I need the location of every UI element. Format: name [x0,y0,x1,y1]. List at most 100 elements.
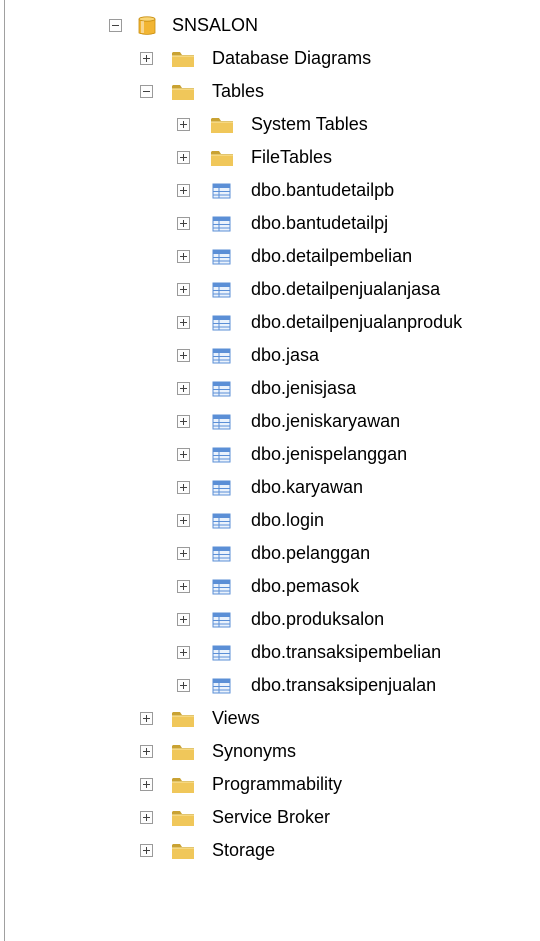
tree-node-label[interactable]: Tables [212,81,264,101]
tree-node-dbo-jeniskaryawan[interactable]: dbo.jeniskaryawan [0,405,540,438]
tree-node-label[interactable]: dbo.bantudetailpj [251,213,388,233]
tree-node-label[interactable]: dbo.pemasok [251,576,359,596]
expand-toggle-icon[interactable] [177,183,190,197]
expand-toggle-icon[interactable] [177,282,190,296]
collapse-toggle-icon[interactable] [109,18,122,32]
table-icon [210,511,234,531]
tree-node-label[interactable]: dbo.produksalon [251,609,384,629]
tree-node-label[interactable]: dbo.bantudetailpb [251,180,394,200]
tree-node-label[interactable]: dbo.karyawan [251,477,363,497]
tree-node-dbo-pelanggan[interactable]: dbo.pelanggan [0,537,540,570]
folder-icon [171,742,195,762]
tree-node-dbo-pemasok[interactable]: dbo.pemasok [0,570,540,603]
table-icon [210,379,234,399]
tree-node-storage[interactable]: Storage [0,834,540,867]
folder-icon [171,808,195,828]
table-icon [210,676,234,696]
table-icon [210,280,234,300]
expand-toggle-icon[interactable] [177,348,190,362]
tree-node-dbo-bantudetailpj[interactable]: dbo.bantudetailpj [0,207,540,240]
tree-node-tables[interactable]: Tables [0,75,540,108]
table-icon [210,445,234,465]
expand-toggle-icon[interactable] [140,711,153,725]
tree-node-dbo-transaksipembelian[interactable]: dbo.transaksipembelian [0,636,540,669]
tree-node-dbo-jenispelanggan[interactable]: dbo.jenispelanggan [0,438,540,471]
collapse-toggle-icon[interactable] [140,84,153,98]
expand-toggle-icon[interactable] [140,810,153,824]
tree-node-label[interactable]: FileTables [251,147,332,167]
expand-toggle-icon[interactable] [140,843,153,857]
tree-node-dbo-login[interactable]: dbo.login [0,504,540,537]
expand-toggle-icon[interactable] [140,777,153,791]
tree-node-label[interactable]: Service Broker [212,807,330,827]
tree-node-dbo-detailpembelian[interactable]: dbo.detailpembelian [0,240,540,273]
tree-node-filetables[interactable]: FileTables [0,141,540,174]
tree-node-dbo-jenisjasa[interactable]: dbo.jenisjasa [0,372,540,405]
tree-node-label[interactable]: dbo.jenispelanggan [251,444,407,464]
table-icon [210,313,234,333]
tree-node-system-tables[interactable]: System Tables [0,108,540,141]
folder-icon [171,841,195,861]
tree-node-label[interactable]: dbo.jenisjasa [251,378,356,398]
table-icon [210,643,234,663]
expand-toggle-icon[interactable] [177,381,190,395]
expand-toggle-icon[interactable] [177,645,190,659]
expand-toggle-icon[interactable] [177,546,190,560]
table-icon [210,610,234,630]
table-icon [210,577,234,597]
tree-node-label[interactable]: dbo.transaksipembelian [251,642,441,662]
expand-toggle-icon[interactable] [177,447,190,461]
tree-node-programmability[interactable]: Programmability [0,768,540,801]
tree-node-label[interactable]: dbo.detailpenjualanproduk [251,312,462,332]
table-icon [210,214,234,234]
expand-toggle-icon[interactable] [177,480,190,494]
tree-node-label[interactable]: dbo.detailpenjualanjasa [251,279,440,299]
expand-toggle-icon[interactable] [177,414,190,428]
expand-toggle-icon[interactable] [177,315,190,329]
tree-node-label[interactable]: Programmability [212,774,342,794]
expand-toggle-icon[interactable] [177,216,190,230]
folder-icon [210,148,234,168]
tree-node-label[interactable]: SNSALON [172,15,258,35]
tree-node-label[interactable]: dbo.jasa [251,345,319,365]
tree-node-dbo-produksalon[interactable]: dbo.produksalon [0,603,540,636]
tree-node-service-broker[interactable]: Service Broker [0,801,540,834]
tree-node-database-diagrams[interactable]: Database Diagrams [0,42,540,75]
tree-node-dbo-detailpenjualanjasa[interactable]: dbo.detailpenjualanjasa [0,273,540,306]
tree-node-label[interactable]: dbo.detailpembelian [251,246,412,266]
tree-node-label[interactable]: Synonyms [212,741,296,761]
expand-toggle-icon[interactable] [177,678,190,692]
tree-node-dbo-karyawan[interactable]: dbo.karyawan [0,471,540,504]
expand-toggle-icon[interactable] [177,612,190,626]
table-icon [210,247,234,267]
tree-node-dbo-jasa[interactable]: dbo.jasa [0,339,540,372]
tree-node-dbo-detailpenjualanproduk[interactable]: dbo.detailpenjualanproduk [0,306,540,339]
expand-toggle-icon[interactable] [140,744,153,758]
expand-toggle-icon[interactable] [177,150,190,164]
database-icon [135,15,159,36]
tree-node-label[interactable]: dbo.login [251,510,324,530]
tree-node-label[interactable]: Database Diagrams [212,48,371,68]
tree-node-label[interactable]: dbo.jeniskaryawan [251,411,400,431]
expand-toggle-icon[interactable] [140,51,153,65]
tree-node-label[interactable]: Views [212,708,260,728]
table-icon [210,346,234,366]
tree-node-snsalon[interactable]: SNSALON [0,9,540,42]
expand-toggle-icon[interactable] [177,117,190,131]
folder-icon [171,775,195,795]
tree-node-dbo-transaksipenjualan[interactable]: dbo.transaksipenjualan [0,669,540,702]
tree-node-views[interactable]: Views [0,702,540,735]
folder-icon [171,709,195,729]
tree-node-synonyms[interactable]: Synonyms [0,735,540,768]
tree-node-label[interactable]: dbo.pelanggan [251,543,370,563]
tree-node-dbo-bantudetailpb[interactable]: dbo.bantudetailpb [0,174,540,207]
expand-toggle-icon[interactable] [177,579,190,593]
tree-node-label[interactable]: Storage [212,840,275,860]
expand-toggle-icon[interactable] [177,513,190,527]
table-icon [210,412,234,432]
expand-toggle-icon[interactable] [177,249,190,263]
tree-node-label[interactable]: System Tables [251,114,368,134]
folder-icon [210,115,234,135]
object-explorer-tree[interactable]: SNSALON Database Diagrams Tables System Tab… [0,9,540,867]
tree-node-label[interactable]: dbo.transaksipenjualan [251,675,436,695]
